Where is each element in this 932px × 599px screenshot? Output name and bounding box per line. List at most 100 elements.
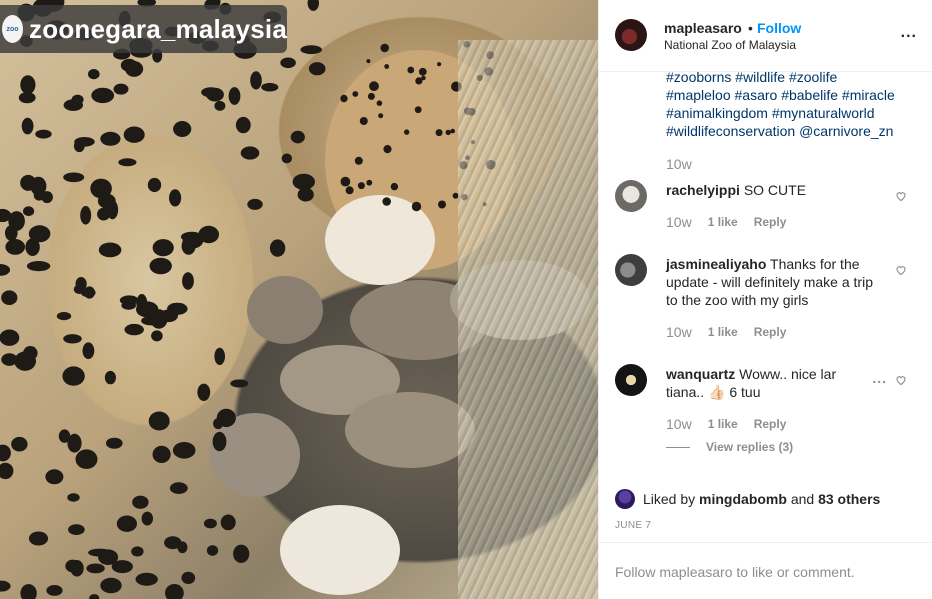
fur-spot [63,172,85,183]
comment-footer: Follow mapleasaro to like or comment. [599,542,932,599]
fur-spot [0,264,11,276]
hashtag-link[interactable]: #asaro [735,87,778,103]
fur-spot [125,61,144,77]
fur-spot [106,437,123,449]
commenter-username[interactable]: jasminealiyaho [666,256,766,272]
comment-time[interactable]: 10w [666,416,692,432]
post-photo[interactable]: zoo zoonegara_malaysia [0,0,598,599]
reply-button[interactable]: Reply [754,215,787,229]
fur-spot [5,239,25,255]
fur-spot [45,469,64,485]
hashtag-link[interactable]: #mapleloo [666,87,731,103]
comment-body: rachelyippi SO CUTE [666,181,876,199]
fur-spot [89,594,100,599]
fur-spot [135,572,158,586]
liked-by-and: and [790,491,815,507]
hashtag-link[interactable]: #mynaturalworld [772,105,875,121]
comment-likes[interactable]: 1 like [708,215,738,229]
fur-spot [30,176,47,196]
fur-spot [390,182,399,191]
fur-spot [97,207,111,221]
fur-spot [376,100,383,106]
heart-outline-icon[interactable] [895,374,907,386]
reply-button[interactable]: Reply [754,325,787,339]
hashtag-link[interactable]: #zoolife [789,69,837,85]
mention-link[interactable]: @carnivore_zn [799,123,893,139]
fur-spot [56,312,72,321]
replies-divider [666,446,690,448]
comment-more-icon[interactable]: ... [872,370,887,386]
comment-time[interactable]: 10w [666,214,692,230]
straw-bedding [458,40,598,599]
fur-spot [280,57,296,69]
fur-spot [214,100,226,111]
commenter-avatar[interactable] [615,254,647,286]
fur-spot [132,495,149,509]
fur-spot [357,182,365,190]
likes-count-link[interactable]: 83 others [818,491,880,507]
avatar[interactable] [615,19,647,51]
reply-button[interactable]: Reply [754,417,787,431]
author-username[interactable]: mapleasaro [664,20,742,36]
liker-avatar[interactable] [615,489,635,509]
commenter-avatar[interactable] [615,364,647,396]
fur-spot [247,198,263,210]
fur-spot [151,330,163,342]
fur-spot [411,201,422,212]
header-separator: • [748,20,753,36]
view-replies-label: View replies (3) [706,440,794,454]
caption-timestamp[interactable]: 10w [666,156,692,172]
fur-spot [359,117,368,125]
comment-likes[interactable]: 1 like [708,417,738,431]
comment-time[interactable]: 10w [666,324,692,340]
fur-spot [366,59,371,64]
fur-spot [68,524,85,535]
fur-spot [123,126,145,143]
liker-username[interactable]: mingdabomb [699,491,787,507]
fur-spot [384,64,390,69]
zoo-logo-icon: zoo [2,15,24,43]
follow-to-comment-text: Follow mapleasaro to like or comment. [615,564,855,580]
fur-spot [100,577,122,594]
fur-spot [21,117,34,135]
view-replies-button[interactable]: View replies (3) [666,440,793,454]
commenter-username[interactable]: wanquartz [666,366,735,382]
commenter-avatar[interactable] [615,180,647,212]
hashtag-link[interactable]: #babelife [781,87,838,103]
fur-spot [88,69,100,80]
fur-spot [14,351,36,371]
fur-spot [119,295,139,306]
fur-spot [46,585,63,596]
heart-outline-icon[interactable] [895,190,907,202]
comment-likes[interactable]: 1 like [708,325,738,339]
heart-outline-icon[interactable] [895,264,907,276]
fur-spot [382,197,392,206]
fur-spot [407,66,415,74]
hashtag-link[interactable]: #animalkingdom [666,105,768,121]
liked-by-prefix: Liked by [643,491,696,507]
fur-spot [197,383,211,401]
fur-spot [290,130,305,144]
hashtag-link[interactable]: #zooborns [666,69,731,85]
follow-button[interactable]: Follow [757,20,801,36]
fur-spot [90,178,112,199]
hashtag-link[interactable]: #miracle [842,87,895,103]
commenter-username[interactable]: rachelyippi [666,182,740,198]
fur-spot [300,45,323,55]
liked-by-summary: Liked by mingdabomb and 83 others [615,489,880,509]
fur-spot [91,87,115,104]
fur-spot [100,131,121,146]
fur-spot [182,272,194,290]
location-link[interactable]: National Zoo of Malaysia [664,38,796,52]
hashtag-link[interactable]: #wildlifeconservation [666,123,795,139]
comment-text: SO CUTE [743,182,807,198]
fur-spot [167,302,188,315]
hashtag-link[interactable]: #wildlife [735,69,785,85]
fur-spot [418,67,427,76]
post-side-panel: mapleasaro • Follow National Zoo of Mala… [598,0,932,599]
fur-spot [0,444,11,462]
fur-spot [404,129,410,135]
more-options-icon[interactable]: ... [901,24,917,42]
fur-spot [292,173,315,190]
post-date[interactable]: JUNE 7 [615,520,651,531]
